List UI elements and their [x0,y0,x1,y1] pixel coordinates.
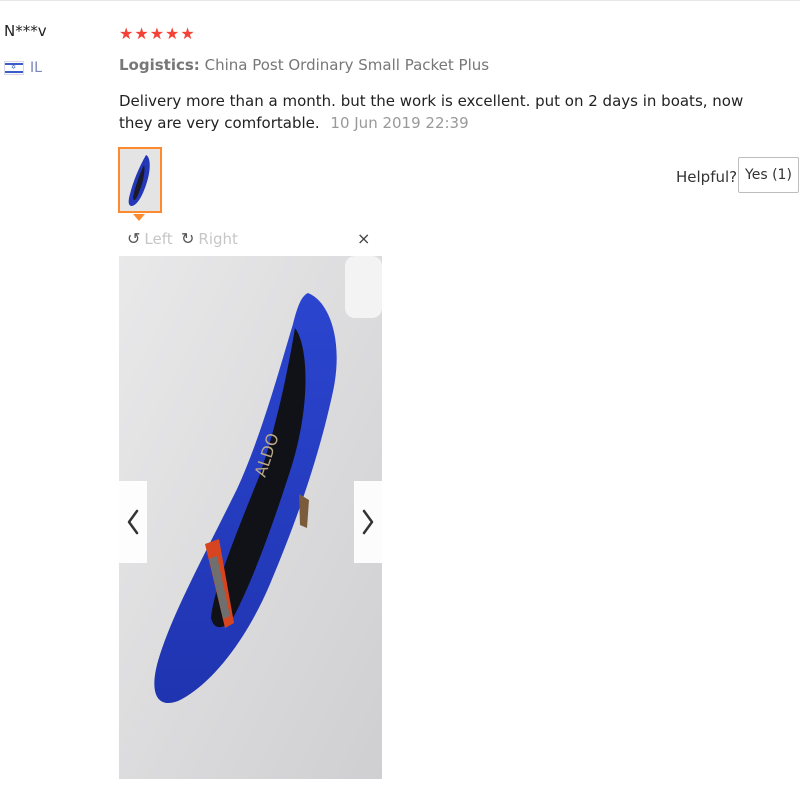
shoe-photo: ALDO [119,256,382,779]
next-photo-button[interactable] [354,481,382,563]
close-viewer-button[interactable]: × [357,229,370,248]
thumbnail-selected-arrow [133,214,145,221]
rotate-left-icon: ↺ [127,229,141,248]
country-code: IL [30,60,42,76]
chevron-right-icon [362,509,374,535]
rotate-left-label: Left [144,229,173,248]
helpful-yes-button[interactable]: Yes (1) [738,157,799,193]
rotate-left-button[interactable]: ↺ Left [127,229,173,248]
israel-flag-icon: ✡ [4,61,24,75]
logistics-label: Logistics: [119,56,200,74]
logistics-info: Logistics: China Post Ordinary Small Pac… [119,56,489,74]
shoe-thumbnail-image [120,149,160,211]
reviewer-country: ✡ IL [4,60,42,76]
review-photo-large: ALDO [119,256,382,779]
review-date: 10 Jun 2019 22:39 [330,114,469,132]
chevron-left-icon [127,509,139,535]
helpful-label: Helpful? [676,168,738,186]
viewer-toolbar: ↺ Left ↻ Right × [119,225,382,255]
previous-photo-button[interactable] [119,481,147,563]
review-photo-thumbnail[interactable] [118,147,162,213]
rotate-right-button[interactable]: ↻ Right [181,229,238,248]
rotate-right-label: Right [198,229,238,248]
photo-viewer: ↺ Left ↻ Right × ALDO [119,225,382,779]
top-divider [0,0,800,1]
rotate-right-icon: ↻ [181,229,195,248]
star-rating: ★★★★★ [119,24,196,43]
reviewer-name: N***v [4,22,47,40]
review-body: Delivery more than a month. but the work… [119,90,779,134]
logistics-value: China Post Ordinary Small Packet Plus [204,56,490,74]
